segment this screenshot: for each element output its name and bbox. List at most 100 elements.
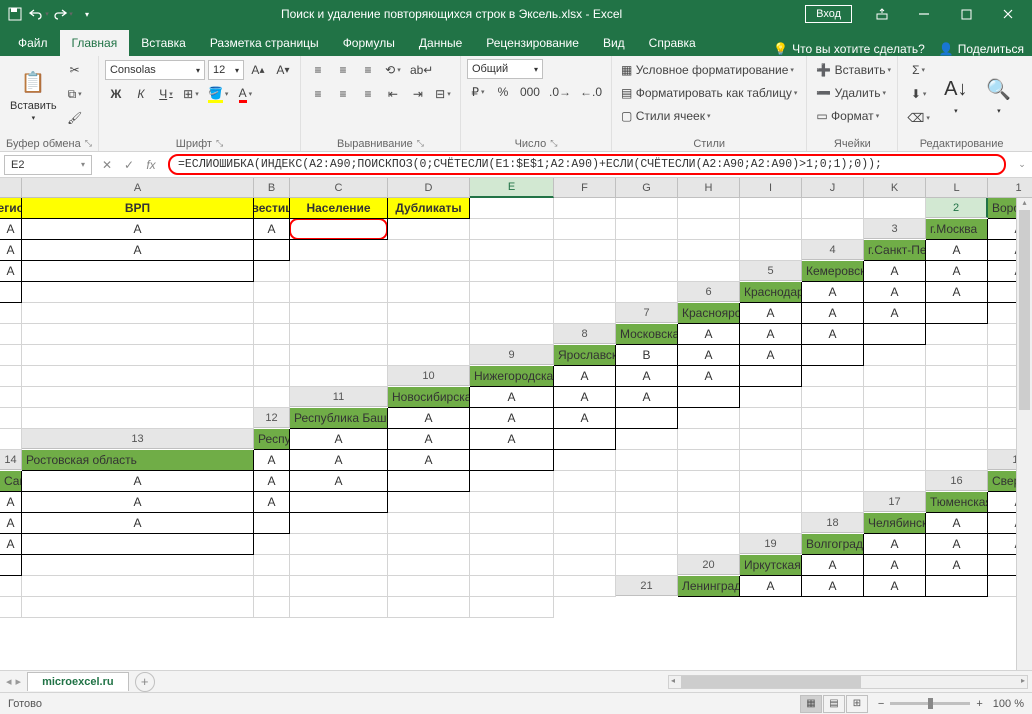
cell[interactable] <box>470 597 554 618</box>
cell[interactable] <box>554 303 616 324</box>
cell[interactable] <box>554 471 616 492</box>
cell[interactable] <box>470 219 554 240</box>
increase-indent-icon[interactable]: ⇥ <box>407 83 429 105</box>
cell[interactable]: А <box>864 534 926 555</box>
tab-home[interactable]: Главная <box>60 30 130 56</box>
formula-input[interactable]: =ЕСЛИОШИБКА(ИНДЕКС(A2:A90;ПОИСКПОЗ(0;СЧЁ… <box>168 154 1006 175</box>
italic-icon[interactable]: К <box>130 83 152 105</box>
cell[interactable] <box>22 576 254 597</box>
orientation-icon[interactable]: ⟲ <box>382 59 404 81</box>
share-button[interactable]: 👤 Поделиться <box>939 42 1024 56</box>
cell[interactable] <box>0 429 22 450</box>
row-header-6[interactable]: 6 <box>678 282 740 302</box>
underline-icon[interactable]: Ч <box>155 83 177 105</box>
cell[interactable] <box>678 261 740 282</box>
cell[interactable]: А <box>802 576 864 597</box>
region-cell[interactable]: Волгоградская область <box>802 534 864 555</box>
font-launcher-icon[interactable]: ⤡ <box>216 138 223 150</box>
row-header-1[interactable]: 1 <box>988 178 1032 198</box>
cut-icon[interactable]: ✂ <box>64 59 86 81</box>
cell[interactable]: А <box>254 450 290 471</box>
scroll-left-icon[interactable]: ◂ <box>671 676 675 685</box>
format-cells-button[interactable]: ▭ Формат <box>813 105 891 127</box>
cell[interactable] <box>554 450 616 471</box>
cell[interactable] <box>616 261 678 282</box>
region-cell[interactable]: Самарская область <box>0 471 22 492</box>
horizontal-scrollbar[interactable]: ◂ ▸ <box>668 675 1028 689</box>
align-center-icon[interactable]: ≡ <box>332 83 354 105</box>
cell-e3[interactable] <box>254 240 290 261</box>
row-header-18[interactable]: 18 <box>802 513 864 533</box>
cell[interactable] <box>616 450 678 471</box>
minimize-icon[interactable] <box>904 0 944 28</box>
cell[interactable] <box>22 324 254 345</box>
cell[interactable] <box>802 366 864 387</box>
cell[interactable]: А <box>802 303 864 324</box>
col-header-E[interactable]: E <box>470 178 554 198</box>
cell[interactable] <box>22 408 254 429</box>
cell[interactable]: А <box>388 429 470 450</box>
cell[interactable]: А <box>254 471 290 492</box>
cell[interactable] <box>22 387 254 408</box>
cell[interactable] <box>554 261 616 282</box>
cell[interactable] <box>254 597 290 618</box>
cell-e15[interactable] <box>388 471 470 492</box>
cell[interactable]: А <box>802 324 864 345</box>
insert-cells-button[interactable]: ➕ Вставить <box>813 59 891 81</box>
cell[interactable] <box>864 387 926 408</box>
format-as-table-button[interactable]: ▤ Форматировать как таблицу <box>618 82 800 104</box>
cell[interactable] <box>22 303 254 324</box>
increase-decimal-icon[interactable]: .0→ <box>546 81 574 103</box>
row-header-7[interactable]: 7 <box>616 303 678 323</box>
cell[interactable] <box>290 597 388 618</box>
tab-formulas[interactable]: Формулы <box>331 30 407 56</box>
col-header-K[interactable]: K <box>864 178 926 198</box>
cell[interactable] <box>740 429 802 450</box>
cell[interactable]: А <box>22 219 254 240</box>
cell[interactable] <box>22 555 254 576</box>
clear-icon[interactable]: ⌫ <box>904 107 932 129</box>
col-header-J[interactable]: J <box>802 178 864 198</box>
cell[interactable] <box>616 240 678 261</box>
number-format-combo[interactable]: Общий▾ <box>467 59 543 79</box>
fill-color-icon[interactable]: 🪣 <box>205 83 231 105</box>
cell[interactable] <box>290 240 388 261</box>
maximize-icon[interactable] <box>946 0 986 28</box>
row-header-11[interactable]: 11 <box>290 387 388 407</box>
cell[interactable] <box>22 597 254 618</box>
row-header-2[interactable]: 2 <box>926 198 988 218</box>
cell[interactable]: А <box>926 513 988 534</box>
cell[interactable] <box>254 387 290 408</box>
cell[interactable] <box>470 240 554 261</box>
row-header-19[interactable]: 19 <box>740 534 802 554</box>
cell-e4[interactable] <box>22 261 254 282</box>
cell[interactable] <box>802 492 864 513</box>
cell-e14[interactable] <box>470 450 554 471</box>
row-header-9[interactable]: 9 <box>470 345 554 365</box>
cell[interactable] <box>0 387 22 408</box>
cell[interactable]: А <box>254 219 290 240</box>
cell[interactable] <box>0 576 22 597</box>
cell[interactable] <box>554 240 616 261</box>
cell[interactable] <box>554 219 616 240</box>
tab-insert[interactable]: Вставка <box>129 30 198 56</box>
cell[interactable]: А <box>678 324 740 345</box>
cell[interactable]: А <box>290 471 388 492</box>
zoom-in-icon[interactable]: + <box>976 698 982 710</box>
cell[interactable] <box>740 513 802 534</box>
header-cell[interactable]: Инвестиции <box>254 198 290 219</box>
cell[interactable] <box>254 345 290 366</box>
cell[interactable] <box>254 282 290 303</box>
cell[interactable] <box>388 219 470 240</box>
cell[interactable]: А <box>290 450 388 471</box>
cell[interactable] <box>740 387 802 408</box>
cell[interactable] <box>678 198 740 219</box>
cell[interactable] <box>864 429 926 450</box>
col-header-F[interactable]: F <box>554 178 616 198</box>
cell[interactable] <box>388 240 470 261</box>
cell[interactable] <box>740 198 802 219</box>
cell[interactable]: А <box>0 261 22 282</box>
cell[interactable] <box>864 408 926 429</box>
cell[interactable]: А <box>678 345 740 366</box>
tab-review[interactable]: Рецензирование <box>474 30 591 56</box>
